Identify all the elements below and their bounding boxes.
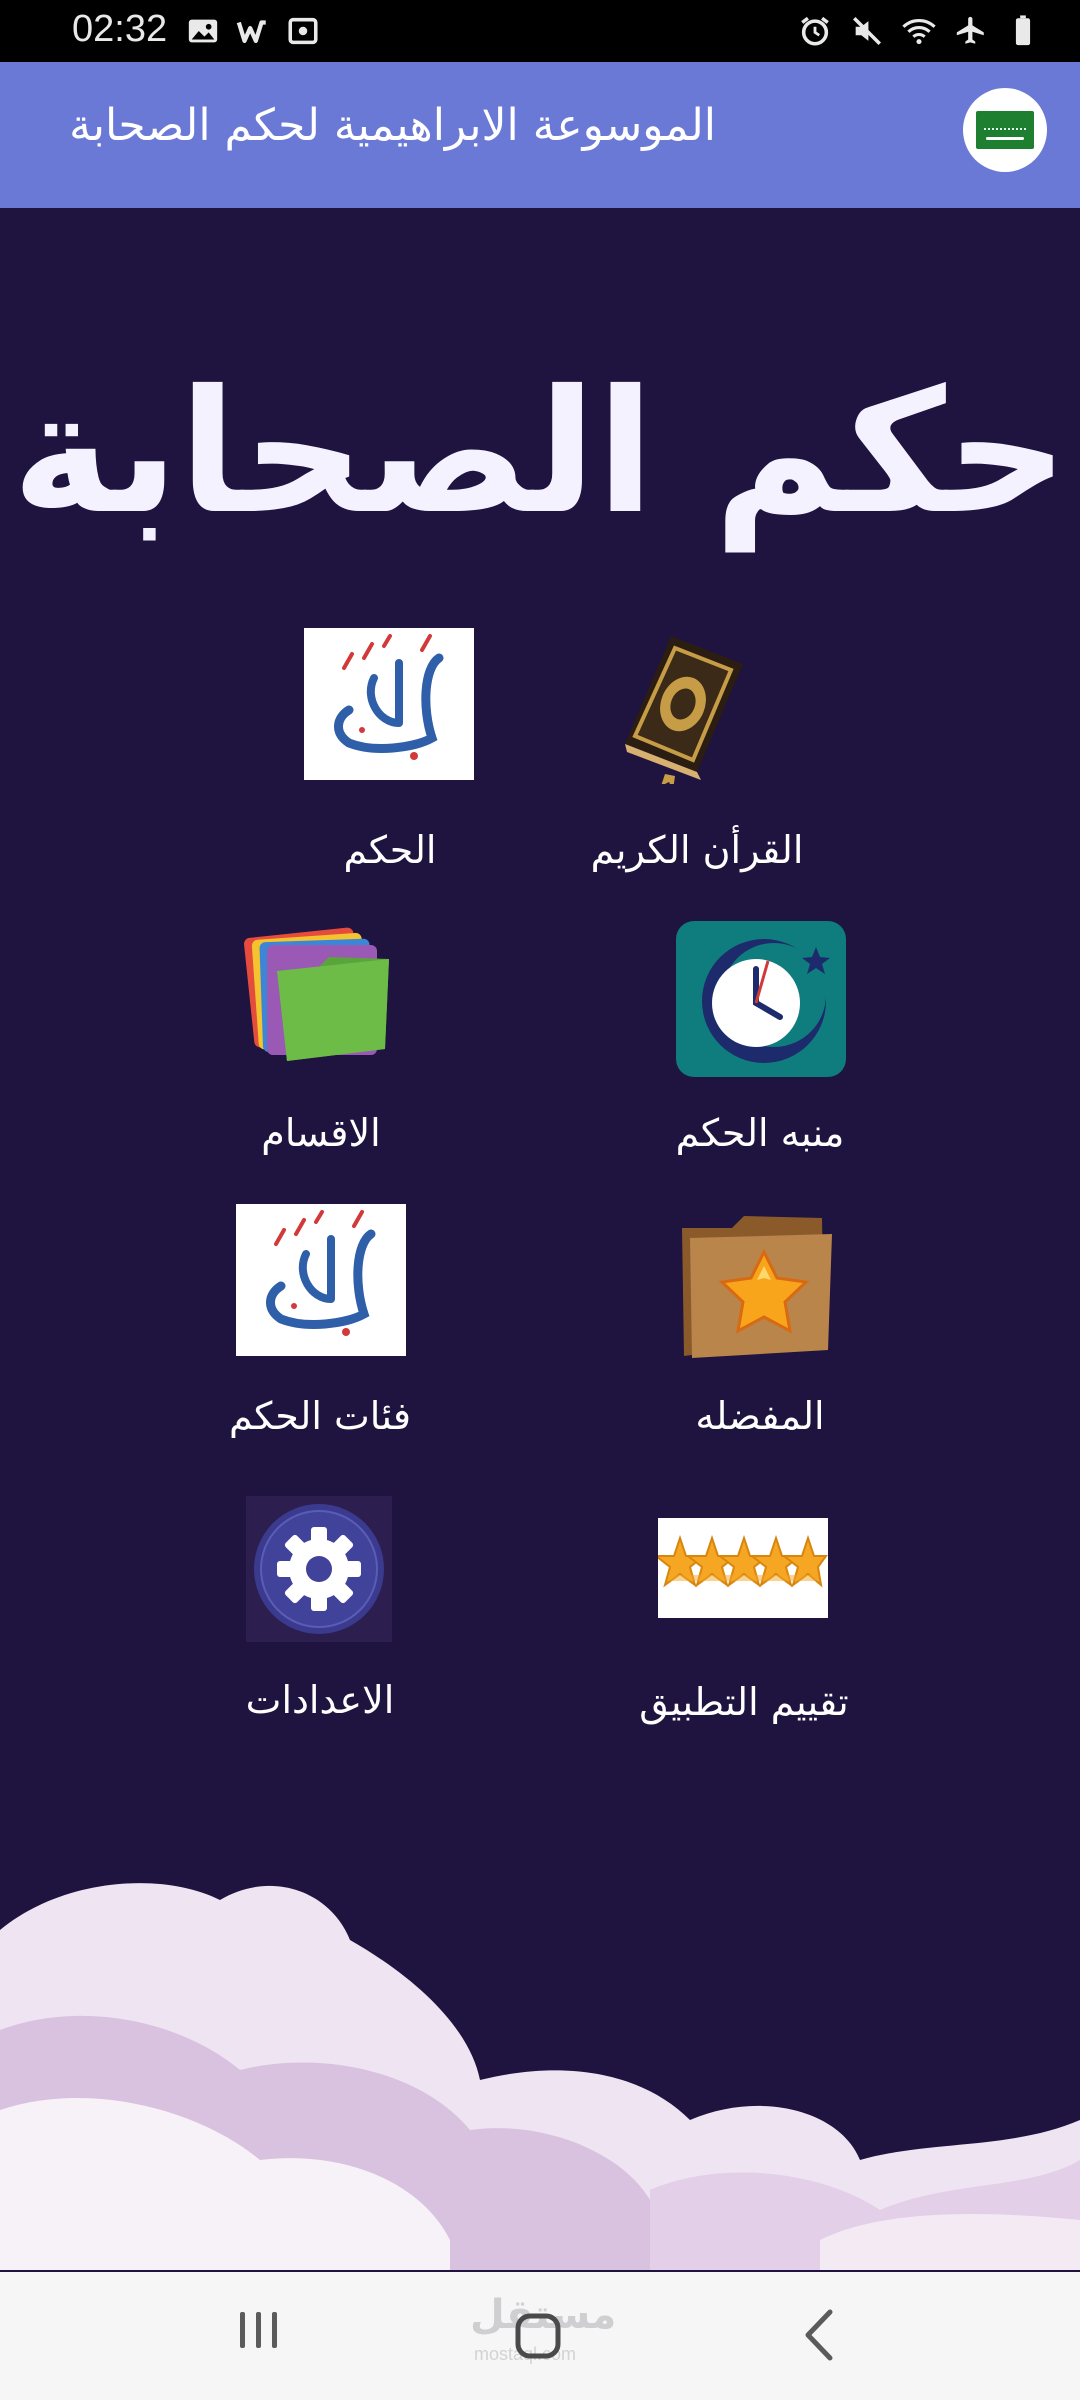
w-app-icon xyxy=(236,20,266,44)
recents-icon[interactable] xyxy=(236,2310,282,2350)
menu-item-categories[interactable]: فئات الحكم xyxy=(210,1198,430,1458)
menu-item-label: فئات الحكم xyxy=(228,1394,412,1438)
hero-title: حكم الصحابة xyxy=(11,354,1071,552)
back-icon[interactable] xyxy=(800,2306,840,2364)
folders-icon xyxy=(244,927,389,1061)
alarm-icon xyxy=(801,16,829,46)
menu-item-label: الاعدادات xyxy=(245,1678,395,1722)
clock-crescent-icon xyxy=(676,921,846,1077)
app-title: الموسوعة الابراهيمية لحكم الصحابة xyxy=(69,100,716,151)
status-bar: 02:32 xyxy=(0,0,1080,62)
status-right-icons xyxy=(798,14,1040,48)
menu-item-hikam[interactable]: الحكم xyxy=(280,620,500,890)
mute-icon xyxy=(852,16,882,46)
menu-item-label: الاقسام xyxy=(261,1111,381,1155)
quran-book-icon xyxy=(625,636,743,784)
menu-item-favorites[interactable]: المفضله xyxy=(660,1198,860,1458)
menu-item-label: القرأن الكريم xyxy=(590,828,804,872)
menu-item-label: الحكم xyxy=(343,828,437,872)
cast-icon xyxy=(288,17,318,45)
wifi-icon xyxy=(902,19,936,45)
image-icon xyxy=(188,19,218,43)
status-time: 02:32 xyxy=(72,8,168,50)
home-icon[interactable] xyxy=(512,2310,564,2362)
stars-rating-icon xyxy=(658,1518,828,1618)
menu-item-label: المفضله xyxy=(695,1394,825,1438)
calligraphy-icon xyxy=(236,1204,406,1356)
nav-bar: مستقل mostaql.com xyxy=(0,2272,1080,2400)
status-left-icons xyxy=(186,14,320,48)
calligraphy-icon xyxy=(304,628,474,780)
menu-item-rate[interactable]: تقييم التطبيق xyxy=(620,1488,870,1748)
app-bar: الموسوعة الابراهيمية لحكم الصحابة xyxy=(0,62,1080,208)
gear-icon xyxy=(246,1496,392,1642)
menu-item-quran[interactable]: القرأن الكريم xyxy=(585,620,835,890)
airplane-icon xyxy=(956,16,984,44)
clouds-decoration xyxy=(0,1883,1080,2270)
menu-item-sections[interactable]: الاقسام xyxy=(225,915,425,1175)
menu-item-alarm[interactable]: منبه الحكم xyxy=(660,915,860,1175)
menu-item-label: منبه الحكم xyxy=(675,1111,845,1155)
menu-item-label: تقييم التطبيق xyxy=(639,1680,849,1724)
star-folder-icon xyxy=(682,1216,832,1358)
menu-item-settings[interactable]: الاعدادات xyxy=(220,1488,420,1748)
battery-icon xyxy=(1015,15,1031,46)
saudi-flag-icon[interactable] xyxy=(963,88,1047,172)
